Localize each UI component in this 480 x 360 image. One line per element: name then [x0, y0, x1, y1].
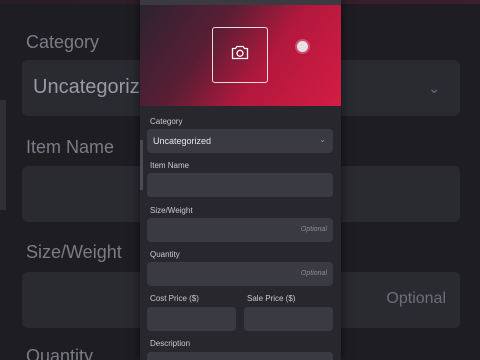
background-quantity-label: Quantity — [26, 346, 94, 360]
category-label: Category — [150, 117, 183, 126]
background-optional-text: Optional — [386, 290, 446, 307]
size-weight-placeholder: Optional — [300, 226, 327, 233]
chevron-down-icon: ⌄ — [319, 135, 326, 144]
background-size-label: Size/Weight — [26, 242, 122, 262]
background-category-value: Uncategoriz — [33, 76, 140, 98]
background-item-name-label: Item Name — [26, 137, 115, 157]
item-name-input[interactable] — [147, 173, 333, 197]
cost-price-label: Cost Price ($) — [150, 294, 199, 303]
size-weight-label: Size/Weight — [150, 206, 193, 215]
add-item-form: Category Uncategorized ⌄ Item Name Size/… — [140, 0, 341, 360]
add-photo-button[interactable] — [212, 27, 268, 83]
sale-price-label: Sale Price ($) — [247, 294, 296, 303]
sale-price-input[interactable] — [244, 307, 333, 331]
cost-price-input[interactable] — [147, 307, 236, 331]
item-name-label: Item Name — [150, 161, 190, 170]
camera-icon — [231, 45, 249, 65]
background-chevron-down-icon: ⌄ — [428, 80, 440, 96]
scrollbar-thumb[interactable] — [140, 140, 143, 190]
quantity-label: Quantity — [150, 250, 180, 259]
quantity-placeholder: Optional — [300, 270, 327, 277]
quantity-input[interactable]: Optional — [147, 262, 333, 286]
size-weight-input[interactable]: Optional — [147, 218, 333, 242]
photo-header — [140, 5, 341, 106]
touch-indicator — [297, 41, 308, 52]
background-scrollbar — [0, 100, 6, 210]
description-label: Description — [150, 339, 191, 348]
category-value: Uncategorized — [153, 136, 212, 146]
description-input[interactable] — [147, 352, 333, 360]
category-select[interactable]: Uncategorized ⌄ — [147, 129, 333, 153]
background-category-label: Category — [26, 32, 100, 52]
